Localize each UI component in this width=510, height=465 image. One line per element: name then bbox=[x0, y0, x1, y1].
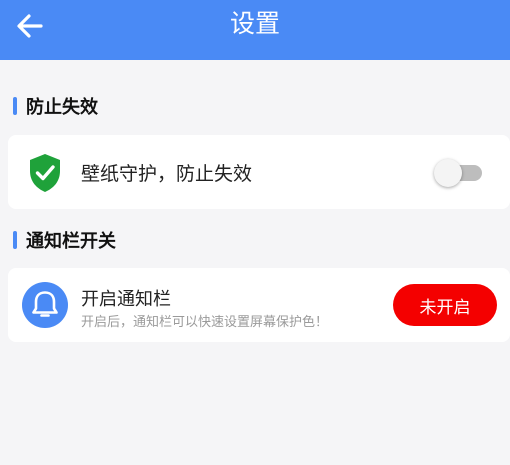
section-label: 通知栏开关 bbox=[26, 231, 116, 252]
section-accent-bar bbox=[13, 231, 17, 249]
shield-check-icon bbox=[30, 154, 60, 192]
section-title-notification: 通知栏开关 bbox=[13, 228, 116, 252]
section-title-anti-failure: 防止失效 bbox=[13, 94, 98, 118]
wallpaper-guard-toggle[interactable] bbox=[434, 158, 482, 187]
section-accent-bar bbox=[13, 97, 17, 115]
toggle-knob bbox=[434, 159, 462, 187]
notification-status-button[interactable]: 未开启 bbox=[393, 284, 497, 326]
app-header: 设置 bbox=[0, 0, 510, 60]
wallpaper-guard-label: 壁纸守护，防止失效 bbox=[81, 163, 253, 185]
notification-title: 开启通知栏 bbox=[81, 289, 171, 310]
bell-icon bbox=[22, 282, 68, 328]
section-label: 防止失效 bbox=[26, 97, 98, 118]
notification-description: 开启后，通知栏可以快速设置屏幕保护色！ bbox=[81, 315, 329, 330]
notification-card: 开启通知栏 开启后，通知栏可以快速设置屏幕保护色！ 未开启 bbox=[8, 268, 510, 342]
wallpaper-guard-card: 壁纸守护，防止失效 bbox=[8, 135, 510, 209]
page-title: 设置 bbox=[229, 9, 280, 38]
